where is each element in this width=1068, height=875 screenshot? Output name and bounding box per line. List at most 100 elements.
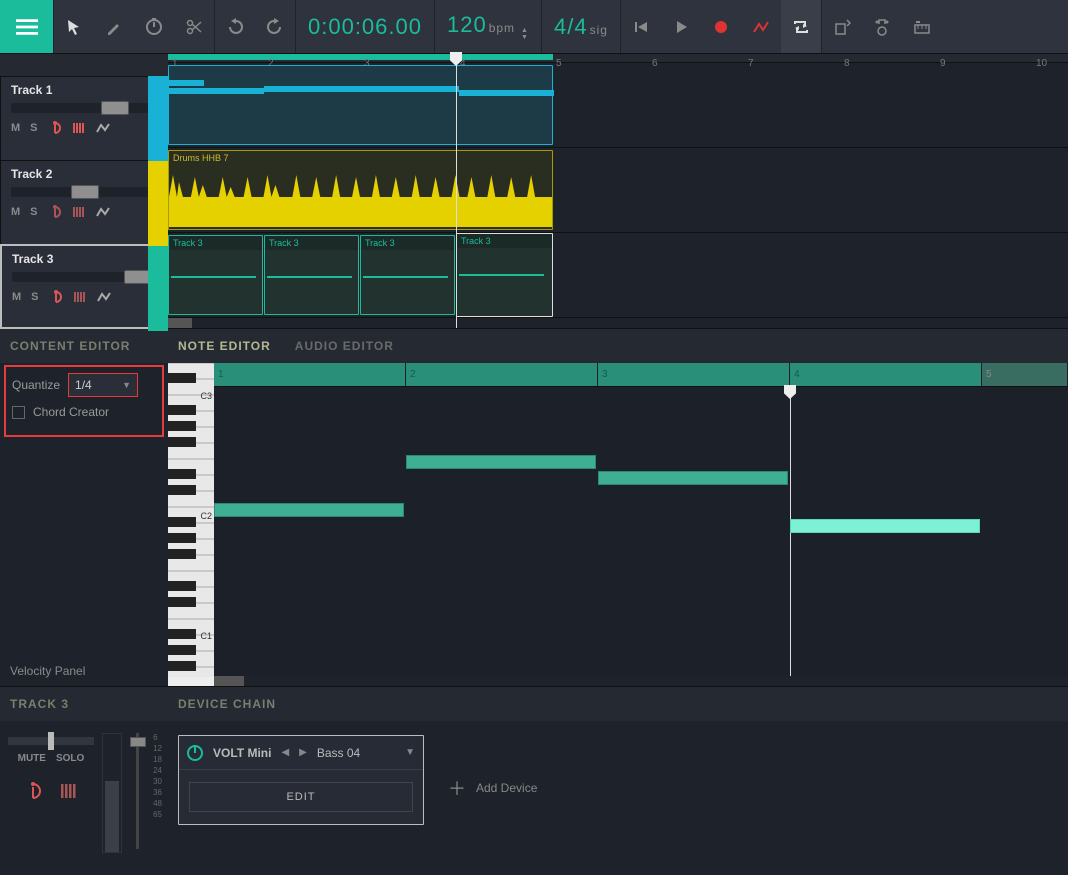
metronome-button[interactable] [134, 0, 174, 53]
track-lane-3[interactable]: Track 3 Track 3 Track 3 Track 3 [168, 233, 1068, 318]
track-color-2 [148, 161, 168, 246]
arrange-hscroll[interactable] [168, 318, 1068, 328]
solo-button[interactable]: S [30, 206, 37, 218]
content-editor-title: CONTENT EDITOR [0, 329, 168, 363]
mute-button[interactable]: MUTE [18, 753, 46, 764]
clip-label: Drums HHB 7 [169, 151, 552, 165]
midi-clip[interactable]: Track 3 [360, 235, 455, 315]
solo-button[interactable]: S [30, 122, 37, 134]
tab-note-editor[interactable]: NOTE EDITOR [178, 339, 271, 353]
device-edit-button[interactable]: EDIT [189, 782, 413, 812]
plus-icon: ＋ [448, 775, 466, 801]
skip-start-button[interactable] [621, 0, 661, 53]
solo-button[interactable]: S [31, 291, 38, 303]
piano-key-label: C3 [200, 391, 212, 401]
redo-button[interactable] [255, 0, 295, 53]
record-arm-icon[interactable] [24, 782, 42, 802]
mixer-track-title: TRACK 3 [0, 687, 168, 721]
track-name: Track 3 [12, 252, 156, 266]
export-button[interactable] [822, 0, 862, 53]
automation-icon[interactable] [96, 205, 110, 219]
loop-button[interactable] [781, 0, 821, 53]
pan-slider[interactable] [8, 737, 94, 745]
midi-icon[interactable] [60, 782, 78, 802]
piano-roll-keys[interactable]: C3 C2 C1 [168, 363, 214, 686]
midi-note[interactable] [598, 471, 788, 485]
pencil-tool-button[interactable] [94, 0, 134, 53]
level-meter [102, 733, 122, 853]
quantize-value: 1/4 [75, 378, 92, 392]
preset-name: Bass 04 [317, 746, 360, 760]
tempo-display[interactable]: 120 bpm▲▼ [435, 12, 541, 41]
midi-clip[interactable]: Track 3 [264, 235, 359, 315]
midi-icon[interactable] [72, 121, 86, 135]
midi-clip-selected[interactable]: Track 3 [456, 233, 553, 317]
automation-button[interactable] [741, 0, 781, 53]
track-header-3[interactable]: Track 3 M S [0, 244, 168, 329]
tab-audio-editor[interactable]: AUDIO EDITOR [295, 339, 394, 353]
note-editor-hscroll[interactable] [214, 676, 1068, 686]
midi-settings-button[interactable] [902, 0, 942, 53]
piano-key-label: C1 [200, 631, 212, 641]
audio-clip[interactable]: Drums HHB 7 [168, 150, 553, 230]
record-arm-icon[interactable] [49, 290, 63, 304]
track-header-2[interactable]: Track 2 M S [0, 160, 168, 245]
device-card[interactable]: VOLT Mini ◀ ▶ Bass 04 ▼ EDIT [178, 735, 424, 825]
midi-note[interactable] [214, 503, 404, 517]
track-volume-slider[interactable] [11, 187, 157, 197]
playhead[interactable] [456, 54, 457, 328]
track-name: Track 1 [11, 83, 157, 97]
chord-creator-checkbox[interactable] [12, 406, 25, 419]
record-arm-icon[interactable] [48, 121, 62, 135]
track-volume-slider[interactable] [11, 103, 157, 113]
automation-icon[interactable] [97, 290, 111, 304]
undo-button[interactable] [215, 0, 255, 53]
waveform [169, 167, 552, 227]
quantize-select[interactable]: 1/4 ▼ [68, 373, 138, 397]
automation-icon[interactable] [96, 121, 110, 135]
note-editor-ruler[interactable]: 1 2 3 4 5 [214, 363, 1068, 387]
mute-button[interactable]: M [12, 291, 21, 303]
record-button[interactable] [701, 0, 741, 53]
midi-clip[interactable]: Track 3 [168, 235, 263, 315]
preset-prev-icon[interactable]: ◀ [281, 747, 289, 758]
play-button[interactable] [661, 0, 701, 53]
clip-label: Track 3 [457, 234, 552, 248]
clip-label: Track 3 [265, 236, 358, 250]
midi-note[interactable] [406, 455, 596, 469]
track-header-1[interactable]: Track 1 M S [0, 76, 168, 161]
midi-clip[interactable] [168, 65, 553, 145]
chevron-down-icon[interactable]: ▼ [405, 747, 415, 758]
solo-button[interactable]: SOLO [56, 753, 84, 764]
timesig-display[interactable]: 4/4 sig [542, 14, 620, 40]
midi-icon[interactable] [73, 290, 87, 304]
device-power-button[interactable] [187, 745, 203, 761]
timecode-display[interactable]: 0:00:06.00 [296, 14, 434, 40]
mute-button[interactable]: M [11, 206, 20, 218]
mute-button[interactable]: M [11, 122, 20, 134]
clip-label: Track 3 [169, 236, 262, 250]
velocity-panel-label[interactable]: Velocity Panel [0, 656, 168, 686]
volume-fader[interactable] [136, 733, 139, 849]
track-header-spacer [0, 54, 168, 76]
track-volume-slider[interactable] [12, 272, 156, 282]
preset-next-icon[interactable]: ▶ [299, 747, 307, 758]
quantize-highlight-box: Quantize 1/4 ▼ Chord Creator [4, 365, 164, 437]
note-grid[interactable]: 1 2 3 4 5 [214, 363, 1068, 686]
main-menu-button[interactable] [0, 0, 53, 53]
track-color-1 [148, 76, 168, 161]
track-name: Track 2 [11, 167, 157, 181]
record-arm-icon[interactable] [48, 205, 62, 219]
midi-note-selected[interactable] [790, 519, 980, 533]
timeline-ruler[interactable]: 1 2 3 4 5 6 7 8 9 10 [168, 54, 1068, 63]
share-button[interactable] [862, 0, 902, 53]
track-color-3 [148, 246, 168, 331]
quantize-label: Quantize [12, 378, 60, 392]
pointer-tool-button[interactable] [54, 0, 94, 53]
piano-key-label: C2 [200, 511, 212, 521]
track-lane-1[interactable] [168, 63, 1068, 148]
add-device-button[interactable]: ＋ Add Device [448, 775, 537, 801]
track-lane-2[interactable]: Drums HHB 7 [168, 148, 1068, 233]
scissors-tool-button[interactable] [174, 0, 214, 53]
midi-icon[interactable] [72, 205, 86, 219]
